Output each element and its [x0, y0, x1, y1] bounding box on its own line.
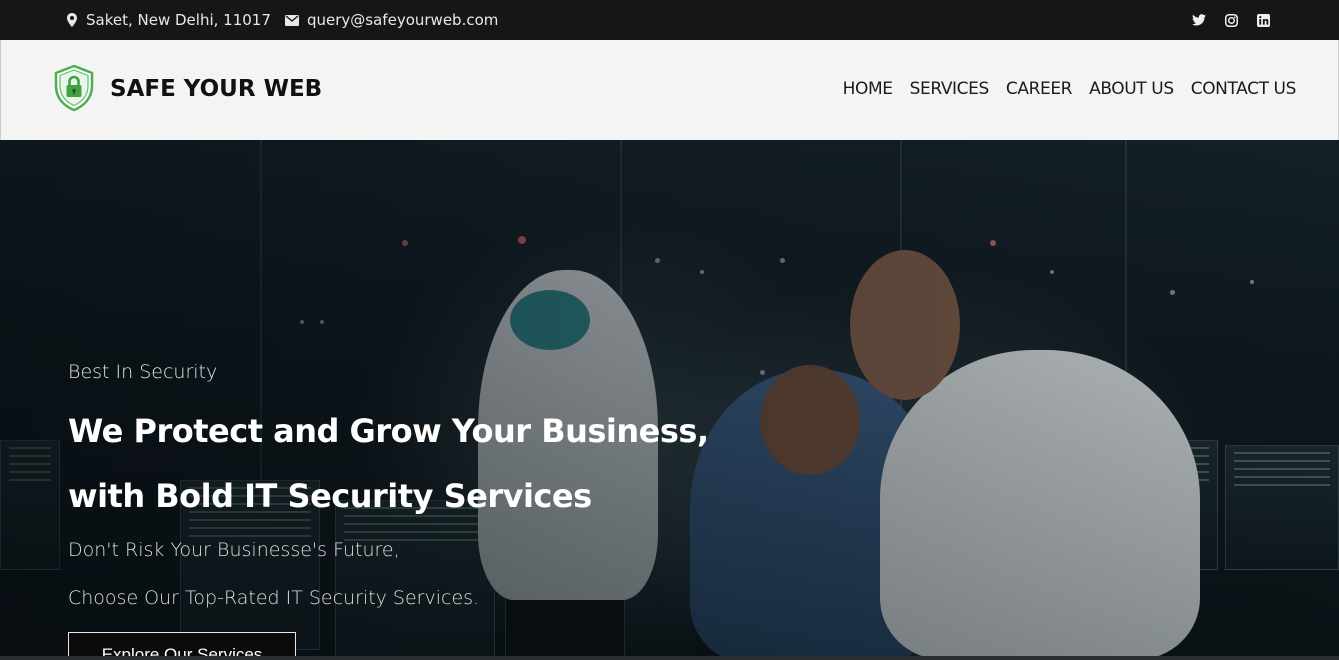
brand-name[interactable]: SAFE YOUR WEB — [110, 76, 322, 102]
shield-lock-icon[interactable] — [53, 64, 95, 112]
hero-headline-line-1: We Protect and Grow Your Business, — [68, 412, 709, 450]
twitter-link[interactable] — [1192, 0, 1214, 40]
hero-tagline: Best In Security — [68, 361, 218, 383]
hero-subtext-line-1: Don't Risk Your Businesse's Future, — [68, 539, 400, 561]
bottom-divider — [0, 656, 1339, 660]
address-text: Saket, New Delhi, 11017 — [86, 11, 271, 29]
email-info[interactable]: query@safeyourweb.com — [285, 0, 498, 40]
instagram-icon[interactable] — [1225, 13, 1238, 27]
logo[interactable] — [53, 64, 95, 112]
hero-subtext-line-2: Choose Our Top-Rated IT Security Service… — [68, 587, 480, 609]
email-text[interactable]: query@safeyourweb.com — [307, 11, 498, 29]
twitter-icon[interactable] — [1192, 14, 1206, 26]
hero-headline-line-2: with Bold IT Security Services — [68, 477, 592, 515]
main-nav: HOME SERVICES CAREER ABOUT US CONTACT US — [843, 79, 1297, 99]
linkedin-icon[interactable] — [1257, 13, 1270, 27]
location-pin-icon — [67, 13, 77, 27]
address-info: Saket, New Delhi, 11017 — [66, 0, 271, 40]
top-bar: Saket, New Delhi, 11017 query@safeyourwe… — [0, 0, 1339, 40]
linkedin-link[interactable] — [1257, 0, 1278, 40]
nav-item-home[interactable]: HOME — [843, 79, 893, 99]
nav-item-contact-us[interactable]: CONTACT US — [1191, 79, 1297, 99]
site-header: SAFE YOUR WEB HOME SERVICES CAREER ABOUT… — [0, 40, 1339, 140]
instagram-link[interactable] — [1225, 0, 1246, 40]
nav-item-career[interactable]: CAREER — [1006, 79, 1073, 99]
nav-item-about-us[interactable]: ABOUT US — [1089, 79, 1174, 99]
mail-icon — [285, 14, 299, 26]
hero-banner: Best In Security We Protect and Grow You… — [0, 140, 1339, 660]
nav-item-services[interactable]: SERVICES — [910, 79, 990, 99]
